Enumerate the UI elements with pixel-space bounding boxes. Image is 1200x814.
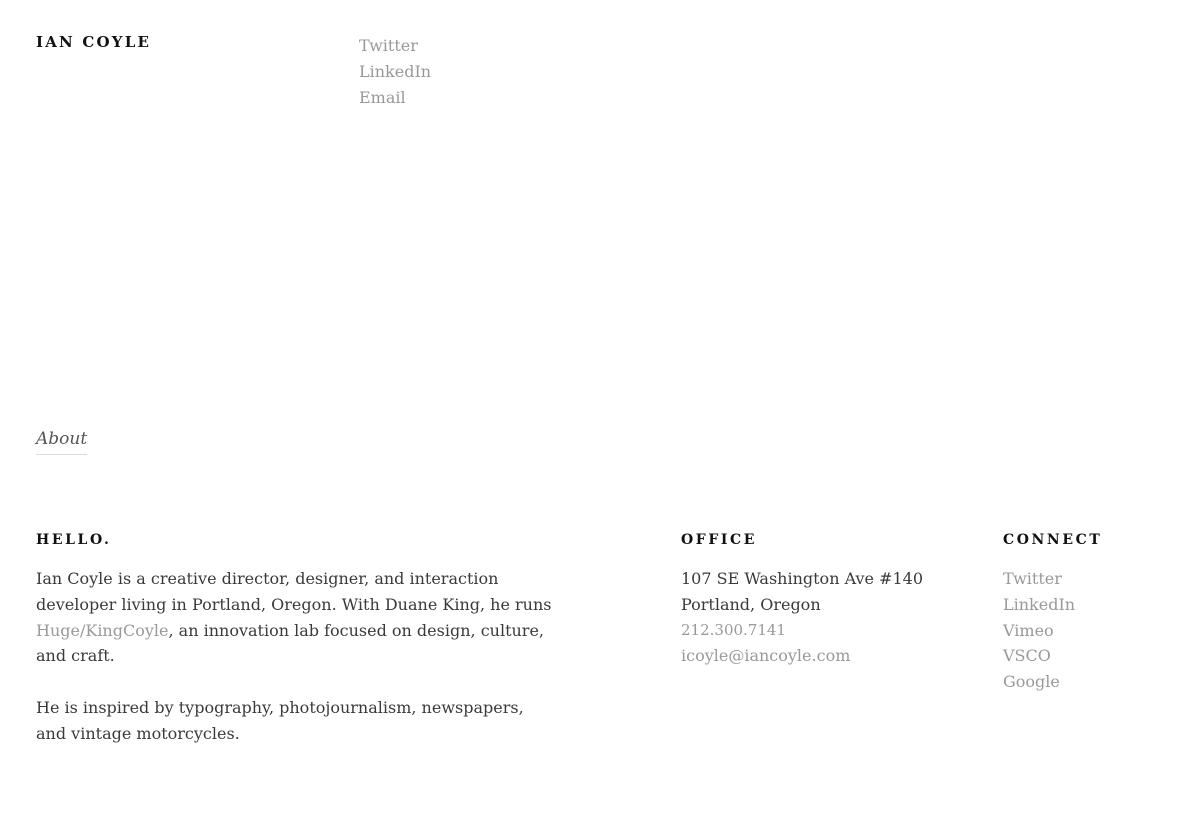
bio-text-before: Ian Coyle is a creative director, design… — [36, 569, 552, 614]
connect-link-item: VSCO — [1003, 643, 1183, 669]
connect-links: Twitter LinkedIn Vimeo VSCO Google — [1003, 566, 1183, 695]
header-link-email[interactable]: Email — [359, 88, 406, 107]
connect-link-item: LinkedIn — [1003, 592, 1183, 618]
office-heading: OFFICE — [681, 532, 758, 548]
inspiration-paragraph: He is inspired by typography, photojourn… — [36, 697, 524, 743]
connect-link-vimeo[interactable]: Vimeo — [1003, 621, 1054, 640]
connect-link-google[interactable]: Google — [1003, 672, 1060, 691]
hello-section: HELLO. Ian Coyle is a creative director,… — [36, 530, 556, 772]
bio-paragraph: Ian Coyle is a creative director, design… — [36, 566, 556, 669]
connect-section: CONNECT Twitter LinkedIn Vimeo VSCO Goog… — [1003, 530, 1183, 695]
connect-link-item: Vimeo — [1003, 618, 1183, 644]
header-link-linkedin[interactable]: LinkedIn — [359, 62, 431, 81]
hello-heading: HELLO. — [36, 532, 112, 548]
email-link[interactable]: icoyle@iancoyle.com — [681, 643, 961, 669]
connect-link-item: Google — [1003, 669, 1183, 695]
header-link-item: LinkedIn — [359, 59, 431, 85]
about-nav-link[interactable]: About — [36, 428, 88, 455]
connect-link-item: Twitter — [1003, 566, 1183, 592]
header-link-twitter[interactable]: Twitter — [359, 36, 418, 55]
header-link-item: Twitter — [359, 33, 431, 59]
connect-link-twitter[interactable]: Twitter — [1003, 569, 1062, 588]
office-section: OFFICE 107 SE Washington Ave #140 Portla… — [681, 530, 961, 669]
header-link-item: Email — [359, 85, 431, 111]
address-line-1: 107 SE Washington Ave #140 — [681, 569, 924, 588]
connect-link-linkedin[interactable]: LinkedIn — [1003, 595, 1075, 614]
header-social-links: Twitter LinkedIn Email — [359, 33, 431, 110]
connect-link-vsco[interactable]: VSCO — [1003, 646, 1051, 665]
huge-kingcoyle-link[interactable]: Huge/KingCoyle — [36, 621, 168, 640]
phone-link[interactable]: 212.300.7141 — [681, 618, 961, 644]
connect-heading: CONNECT — [1003, 532, 1103, 548]
address-line-2: Portland, Oregon — [681, 594, 821, 614]
site-title[interactable]: IAN COYLE — [36, 33, 151, 51]
